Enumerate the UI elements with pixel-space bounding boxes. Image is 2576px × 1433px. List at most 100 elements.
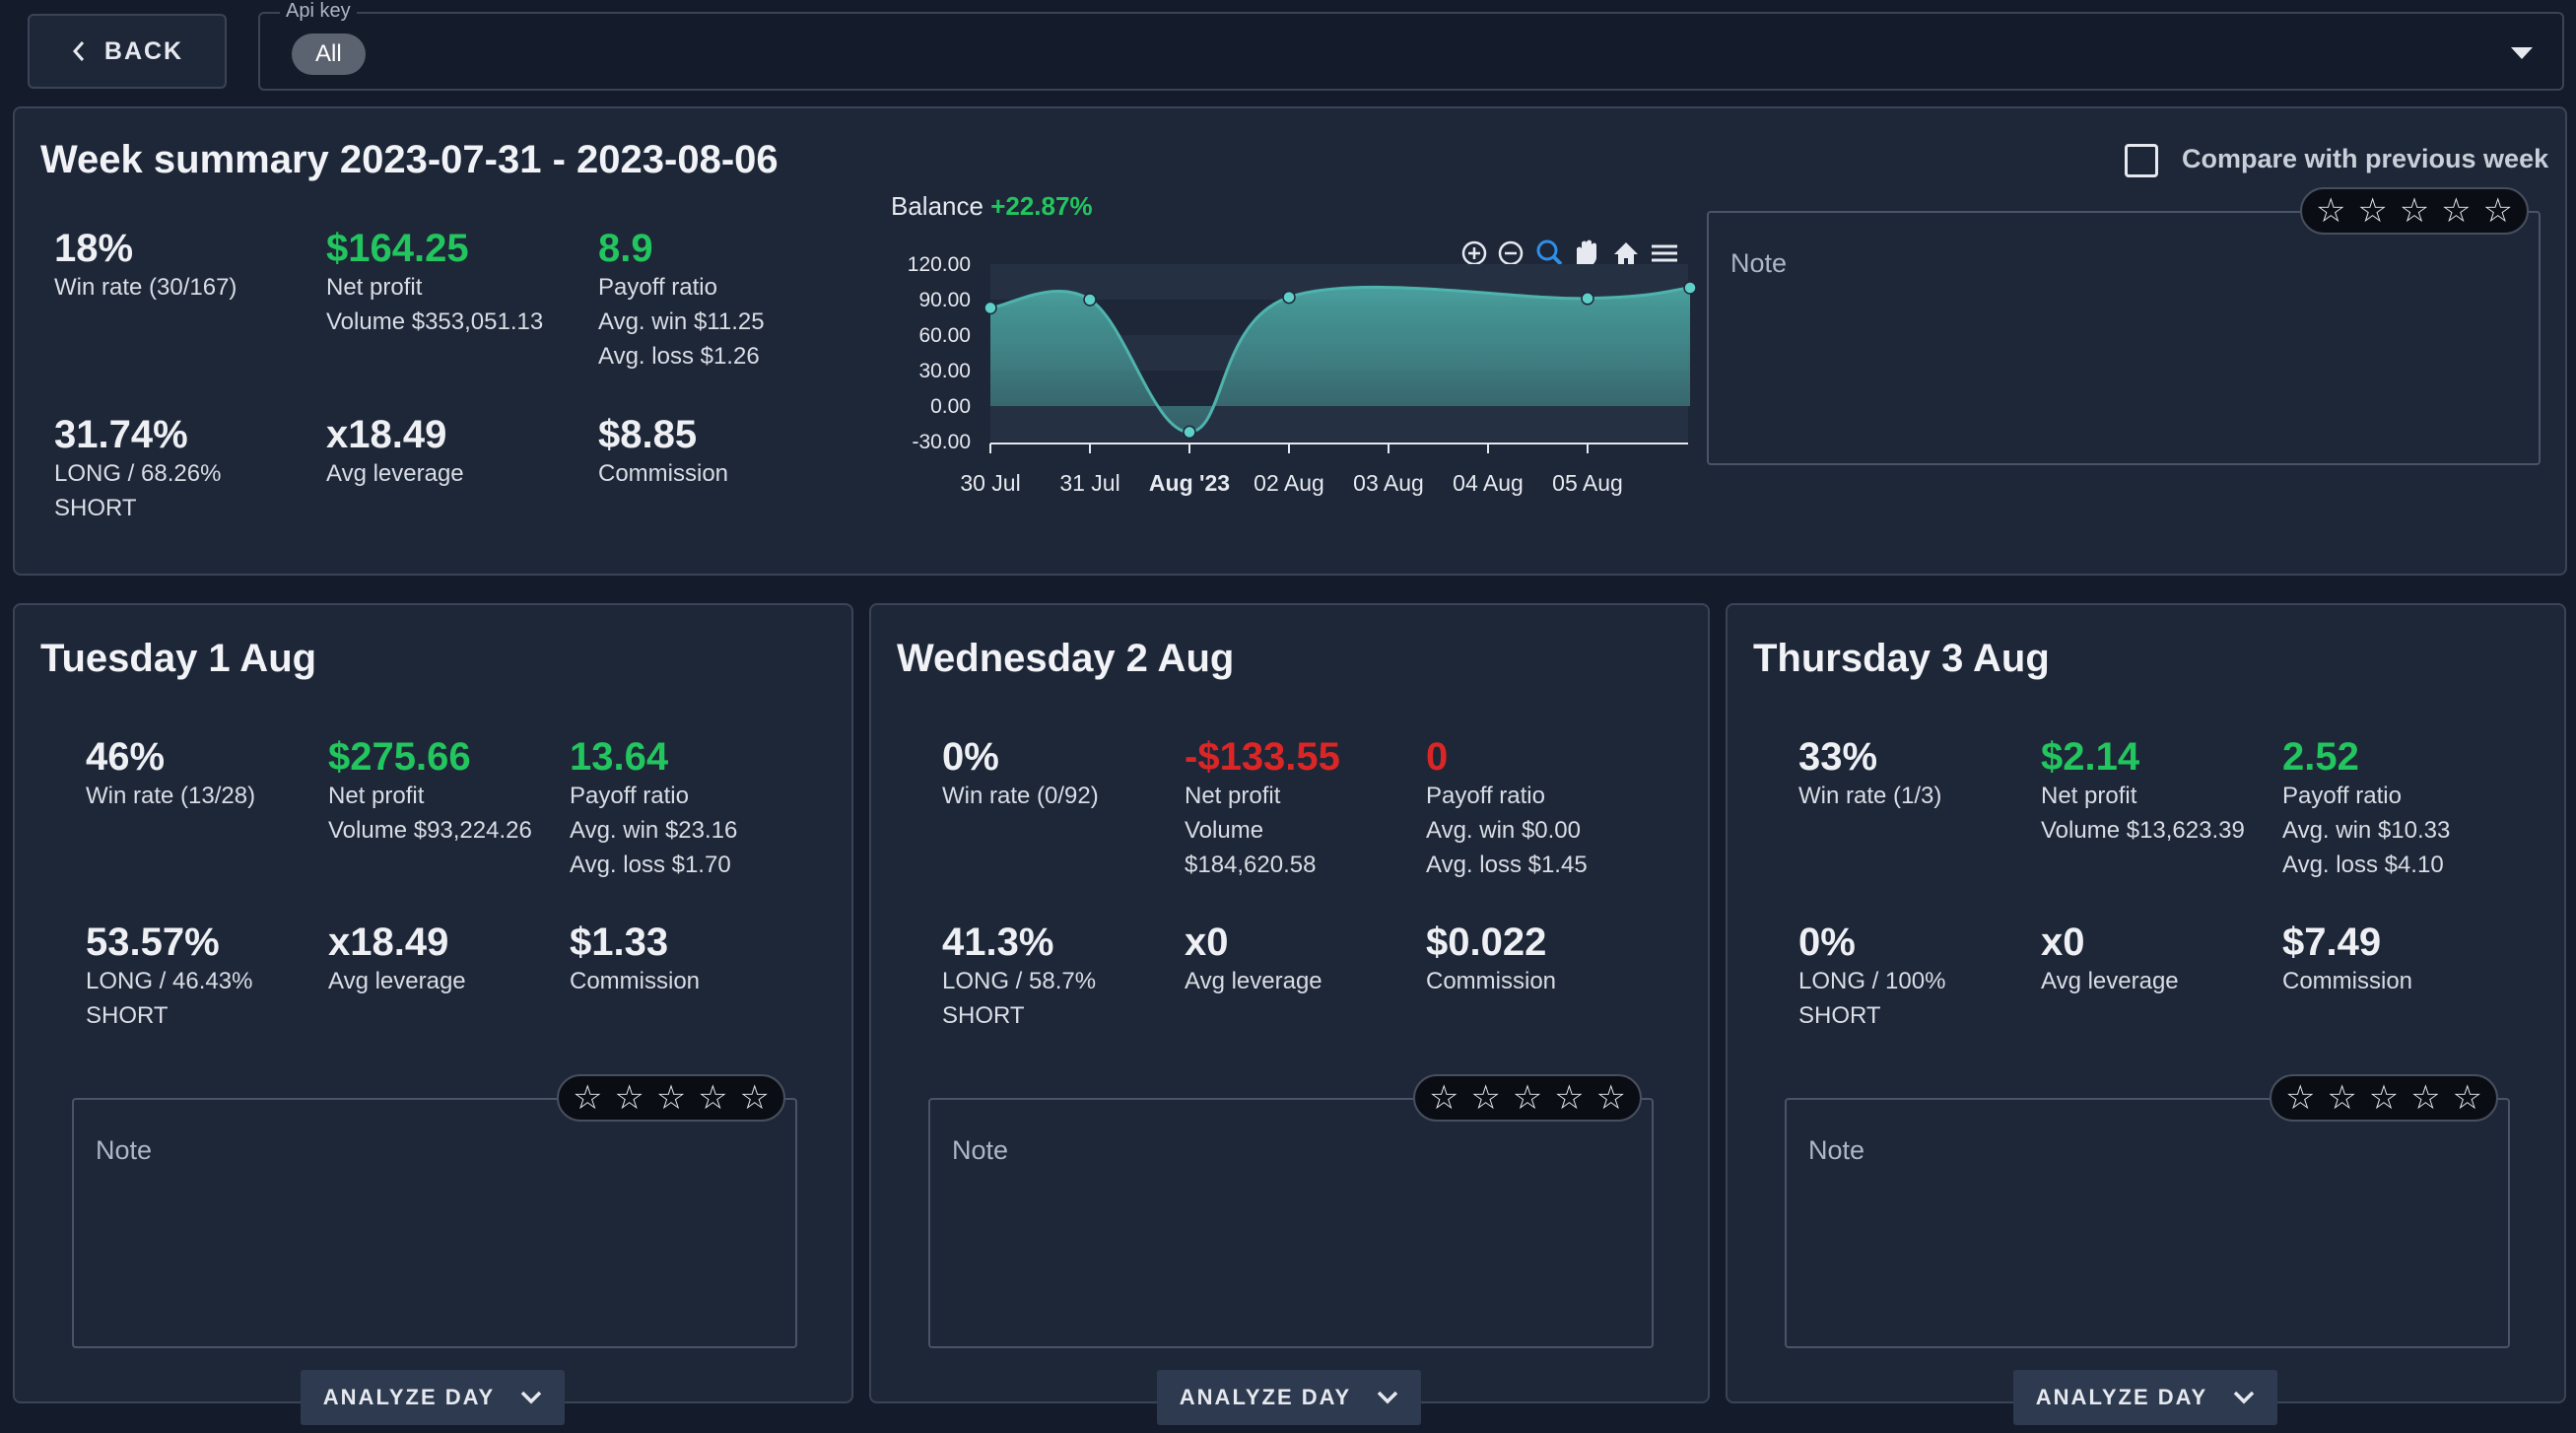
day-commission: $1.33 Commission xyxy=(570,921,701,994)
week-long-short: 31.74% LONG / 68.26% SHORT xyxy=(54,413,222,521)
day-note-field[interactable]: Note xyxy=(928,1098,1654,1348)
day-long-short: 53.57% LONG / 46.43% SHORT xyxy=(86,921,253,1029)
day-avg-leverage: x0 Avg leverage xyxy=(2041,921,2179,994)
star-icon[interactable]: ☆ xyxy=(656,1081,686,1115)
day-panel: Wednesday 2 Aug 0% Win rate (0/92) -$133… xyxy=(869,603,1710,1425)
api-key-label: Api key xyxy=(280,0,357,23)
day-net-profit: $275.66 Net profit Volume $93,224.26 xyxy=(328,735,532,844)
day-note-field[interactable]: Note xyxy=(72,1098,797,1348)
star-icon[interactable]: ☆ xyxy=(2483,194,2513,228)
chevron-down-icon xyxy=(520,1391,542,1404)
day-avg-leverage: x18.49 Avg leverage xyxy=(328,921,466,994)
star-icon[interactable]: ☆ xyxy=(2285,1081,2315,1115)
week-avg-leverage: x18.49 Avg leverage xyxy=(326,413,464,487)
y-tick-label: 120.00 xyxy=(908,253,971,276)
x-tick-label: Aug '23 xyxy=(1149,470,1230,496)
day-title: Wednesday 2 Aug xyxy=(897,637,1235,680)
week-win-rate: 18% Win rate (30/167) xyxy=(54,227,237,301)
star-icon[interactable]: ☆ xyxy=(2369,1081,2399,1115)
star-icon[interactable]: ☆ xyxy=(1513,1081,1542,1115)
x-tick-label: 31 Jul xyxy=(1059,470,1119,496)
balance-point xyxy=(1183,425,1196,440)
star-icon[interactable]: ☆ xyxy=(2316,194,2345,228)
chevron-left-icon xyxy=(72,41,85,61)
x-tick-label: 02 Aug xyxy=(1254,470,1324,496)
day-star-rating[interactable]: ☆ ☆ ☆ ☆ ☆ xyxy=(557,1074,785,1122)
star-icon[interactable]: ☆ xyxy=(740,1081,770,1115)
x-tick-label: 03 Aug xyxy=(1353,470,1424,496)
star-icon[interactable]: ☆ xyxy=(2400,194,2429,228)
day-payoff-ratio: 2.52 Payoff ratio Avg. win $10.33 Avg. l… xyxy=(2282,735,2451,878)
week-note-field[interactable]: Note xyxy=(1707,211,2541,465)
day-net-profit: $2.14 Net profit Volume $13,623.39 xyxy=(2041,735,2245,844)
balance-point xyxy=(1683,281,1697,295)
day-panel: Thursday 3 Aug 33% Win rate (1/3) $2.14 … xyxy=(1726,603,2566,1425)
grid-band xyxy=(990,406,1688,442)
balance-chart-title: Balance +22.87% xyxy=(891,191,1093,221)
back-label: BACK xyxy=(103,36,184,65)
day-title: Tuesday 1 Aug xyxy=(40,637,317,680)
y-tick-label: 60.00 xyxy=(918,324,971,347)
api-key-select[interactable]: Api key All xyxy=(258,0,2564,91)
day-win-rate: 0% Win rate (0/92) xyxy=(942,735,1099,809)
day-win-rate: 46% Win rate (13/28) xyxy=(86,735,256,809)
balance-point xyxy=(1581,292,1594,306)
note-placeholder: Note xyxy=(96,1135,153,1165)
day-title: Thursday 3 Aug xyxy=(1753,637,2050,680)
day-net-profit: -$133.55 Net profit Volume $184,620.58 xyxy=(1185,735,1340,878)
chevron-down-icon xyxy=(1377,1391,1398,1404)
balance-chart: 120.00 90.00 60.00 30.00 0.00 -30.00 30 Jul 31 … xyxy=(908,253,1697,496)
star-icon[interactable]: ☆ xyxy=(1554,1081,1584,1115)
star-icon[interactable]: ☆ xyxy=(1470,1081,1500,1115)
star-icon[interactable]: ☆ xyxy=(2453,1081,2482,1115)
day-payoff-ratio: 13.64 Payoff ratio Avg. win $23.16 Avg. … xyxy=(570,735,738,878)
note-placeholder: Note xyxy=(1808,1135,1865,1165)
day-commission: $7.49 Commission xyxy=(2282,921,2413,994)
day-long-short: 41.3% LONG / 58.7% SHORT xyxy=(942,921,1097,1029)
chevron-down-icon xyxy=(2233,1391,2255,1404)
api-key-chip[interactable]: All xyxy=(292,34,366,75)
week-commission: $8.85 Commission xyxy=(598,413,729,487)
balance-point xyxy=(1282,290,1296,305)
note-placeholder: Note xyxy=(952,1135,1009,1165)
star-icon[interactable]: ☆ xyxy=(2410,1081,2440,1115)
star-icon[interactable]: ☆ xyxy=(698,1081,727,1115)
compare-label: Compare with previous week xyxy=(2182,144,2549,173)
x-tick-label: 30 Jul xyxy=(960,470,1020,496)
day-commission: $0.022 Commission xyxy=(1426,921,1557,994)
note-placeholder: Note xyxy=(1730,248,1788,278)
star-icon[interactable]: ☆ xyxy=(614,1081,644,1115)
day-panel: Tuesday 1 Aug 46% Win rate (13/28) $275.… xyxy=(13,603,853,1425)
analyze-day-button[interactable]: ANALYZE DAY xyxy=(301,1370,565,1425)
day-win-rate: 33% Win rate (1/3) xyxy=(1798,735,1942,809)
compare-checkbox[interactable] xyxy=(2125,144,2158,177)
week-title: Week summary 2023-07-31 - 2023-08-06 xyxy=(40,138,779,181)
star-icon[interactable]: ☆ xyxy=(2357,194,2387,228)
star-icon[interactable]: ☆ xyxy=(2327,1081,2356,1115)
day-long-short: 0% LONG / 100% SHORT xyxy=(1798,921,1946,1029)
back-button[interactable]: BACK xyxy=(28,14,227,89)
week-net-profit: $164.25 Net profit Volume $353,051.13 xyxy=(326,227,544,335)
balance-point xyxy=(983,301,997,315)
week-star-rating[interactable]: ☆ ☆ ☆ ☆ ☆ xyxy=(2300,187,2529,235)
day-star-rating[interactable]: ☆ ☆ ☆ ☆ ☆ xyxy=(1413,1074,1642,1122)
dropdown-caret-icon[interactable] xyxy=(2511,47,2533,59)
y-tick-label: 30.00 xyxy=(918,360,971,382)
star-icon[interactable]: ☆ xyxy=(2441,194,2471,228)
day-avg-leverage: x0 Avg leverage xyxy=(1185,921,1322,994)
analyze-day-button[interactable]: ANALYZE DAY xyxy=(1157,1370,1421,1425)
y-tick-label: 0.00 xyxy=(930,395,971,418)
x-tick-label: 05 Aug xyxy=(1552,470,1623,496)
week-payoff-ratio: 8.9 Payoff ratio Avg. win $11.25 Avg. lo… xyxy=(598,227,765,370)
balance-point xyxy=(1083,293,1097,307)
y-tick-label: 90.00 xyxy=(918,289,971,311)
day-payoff-ratio: 0 Payoff ratio Avg. win $0.00 Avg. loss … xyxy=(1426,735,1588,878)
star-icon[interactable]: ☆ xyxy=(573,1081,602,1115)
x-tick-label: 04 Aug xyxy=(1453,470,1524,496)
analyze-day-button[interactable]: ANALYZE DAY xyxy=(2013,1370,2277,1425)
day-star-rating[interactable]: ☆ ☆ ☆ ☆ ☆ xyxy=(2270,1074,2498,1122)
star-icon[interactable]: ☆ xyxy=(1596,1081,1626,1115)
y-tick-label: -30.00 xyxy=(912,431,971,453)
star-icon[interactable]: ☆ xyxy=(1429,1081,1458,1115)
day-note-field[interactable]: Note xyxy=(1785,1098,2510,1348)
